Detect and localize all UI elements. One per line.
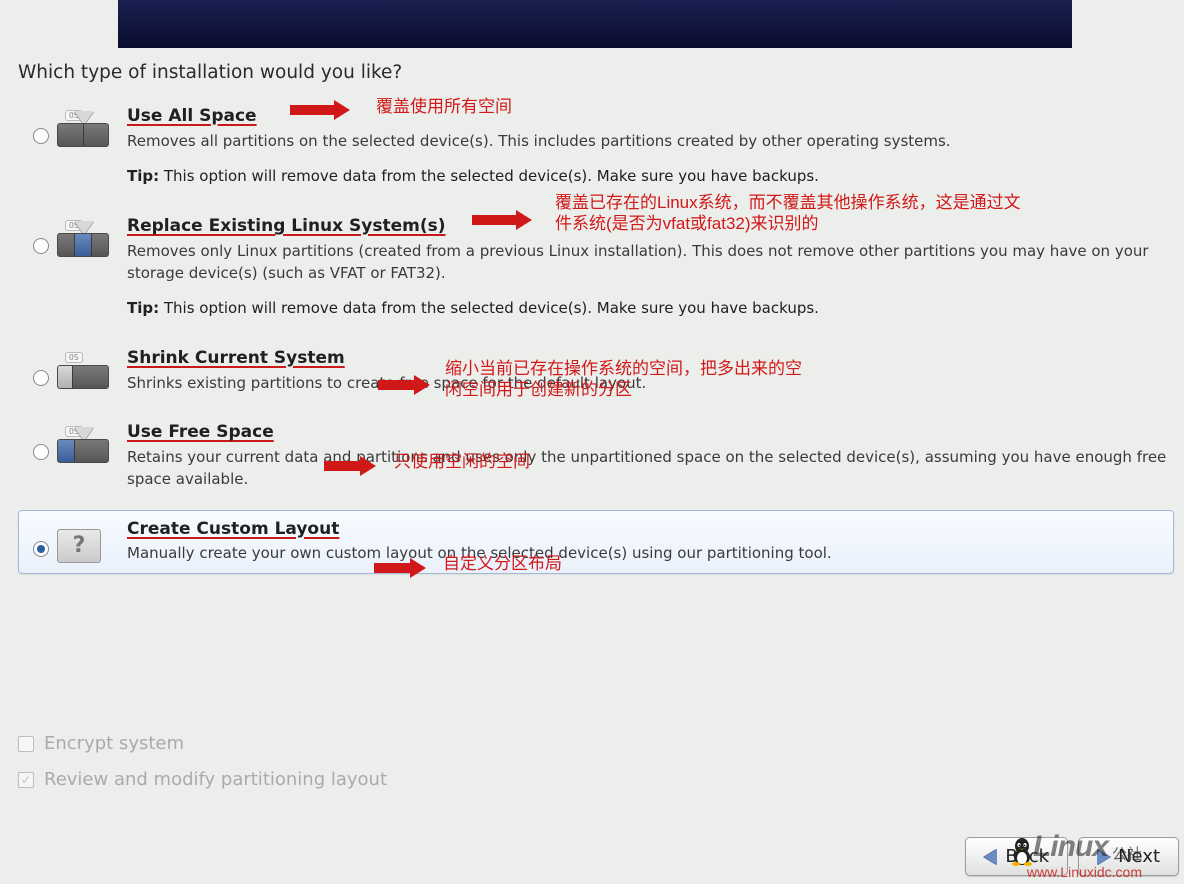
installer-content: Which type of installation would you lik… xyxy=(18,62,1174,584)
option-desc: Manually create your own custom layout o… xyxy=(127,543,1167,565)
radio-use-free-space[interactable] xyxy=(33,444,49,460)
option-desc: Retains your current data and partitions… xyxy=(127,447,1167,491)
icon-col: OS xyxy=(57,102,127,147)
disk-icon: OS xyxy=(57,104,111,147)
next-label: Next xyxy=(1118,846,1160,867)
annotation-arrow-icon xyxy=(472,213,532,227)
annotation-text: 缩小当前已存在操作系统的空间，把多出来的空闲空间用于创建新的分区 xyxy=(445,358,815,401)
option-title: Create Custom Layout xyxy=(127,517,339,542)
radio-replace-existing[interactable] xyxy=(33,238,49,254)
next-button[interactable]: Next xyxy=(1078,837,1179,876)
disk-icon: OS xyxy=(57,346,111,389)
arrow-right-icon xyxy=(1097,849,1110,865)
annotation-arrow-icon xyxy=(290,103,350,117)
option-title: Replace Existing Linux System(s) xyxy=(127,214,446,239)
annotation-arrow-icon xyxy=(374,561,426,575)
checkbox-encrypt-system[interactable]: Encrypt system xyxy=(18,726,387,762)
option-desc: Removes only Linux partitions (created f… xyxy=(127,241,1167,285)
option-tip: Tip: This option will remove data from t… xyxy=(127,298,1167,320)
os-badge: OS xyxy=(65,352,83,363)
radio-use-all-space[interactable] xyxy=(33,128,49,144)
disk-icon: OS xyxy=(57,420,111,463)
radio-col xyxy=(25,102,57,144)
option-create-custom[interactable]: ? Create Custom Layout Manually create y… xyxy=(18,510,1174,574)
checkbox-icon xyxy=(18,736,34,752)
option-title: Shrink Current System xyxy=(127,346,345,371)
annotation-arrow-icon xyxy=(378,378,430,392)
nav-buttons: Back Next xyxy=(965,837,1179,876)
question-icon: ? xyxy=(57,529,101,563)
installer-question: Which type of installation would you lik… xyxy=(18,62,1174,83)
checkbox-review-partitioning[interactable]: ✓ Review and modify partitioning layout xyxy=(18,762,387,798)
radio-shrink-current[interactable] xyxy=(33,370,49,386)
annotation-text: 覆盖已存在的Linux系统，而不覆盖其他操作系统，这是通过文件系统(是否为vfa… xyxy=(555,192,1031,235)
option-desc: Removes all partitions on the selected d… xyxy=(127,131,1167,153)
disk-icon: OS xyxy=(57,214,111,257)
option-title: Use Free Space xyxy=(127,420,274,445)
option-use-free-space[interactable]: OS Use Free Space Retains your current d… xyxy=(18,413,1174,499)
header-banner xyxy=(118,0,1072,48)
back-label: Back xyxy=(1005,846,1049,867)
checkbox-label: Review and modify partitioning layout xyxy=(44,762,387,798)
arrow-left-icon xyxy=(984,849,997,865)
back-button[interactable]: Back xyxy=(965,837,1068,876)
option-title: Use All Space xyxy=(127,104,257,129)
checkbox-icon: ✓ xyxy=(18,772,34,788)
option-tip: Tip: This option will remove data from t… xyxy=(127,166,1167,188)
bottom-checkboxes: Encrypt system ✓ Review and modify parti… xyxy=(18,726,387,798)
annotation-arrow-icon xyxy=(324,459,376,473)
radio-create-custom[interactable] xyxy=(33,541,49,557)
option-text: Use All Space Removes all partitions on … xyxy=(127,102,1167,188)
annotation-text: 覆盖使用所有空间 xyxy=(376,96,512,117)
option-use-all-space[interactable]: OS Use All Space Removes all partitions … xyxy=(18,97,1174,197)
annotation-text: 自定义分区布局 xyxy=(443,553,562,574)
annotation-text: 只使用空闲的空间 xyxy=(394,451,530,472)
checkbox-label: Encrypt system xyxy=(44,726,184,762)
